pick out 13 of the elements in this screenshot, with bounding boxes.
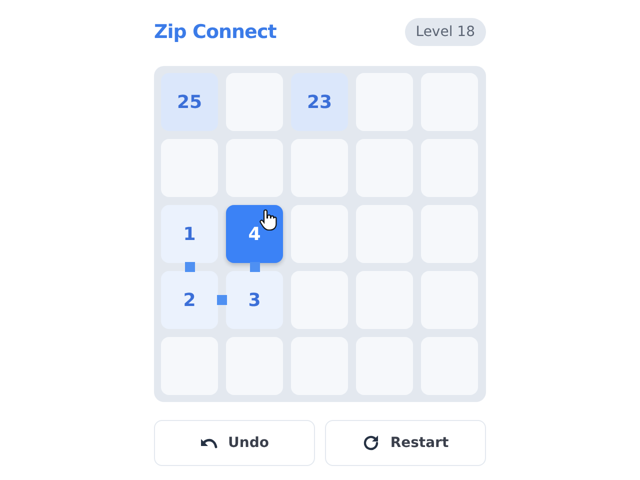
restart-button[interactable]: Restart xyxy=(325,420,486,466)
grid-cell[interactable]: 25 xyxy=(161,73,218,131)
grid-cell[interactable]: 2 xyxy=(161,271,218,329)
game-title: Zip Connect xyxy=(154,21,276,43)
grid-cell[interactable]: 4 xyxy=(226,205,283,263)
undo-button[interactable]: Undo xyxy=(154,420,315,466)
level-badge: Level 18 xyxy=(404,18,486,46)
grid-cell[interactable]: 23 xyxy=(291,73,348,131)
hand-cursor-icon xyxy=(259,209,277,231)
grid-cell[interactable]: 3 xyxy=(226,271,283,329)
restart-icon xyxy=(362,434,380,452)
undo-icon xyxy=(200,436,218,450)
grid-cell[interactable]: 1 xyxy=(161,205,218,263)
